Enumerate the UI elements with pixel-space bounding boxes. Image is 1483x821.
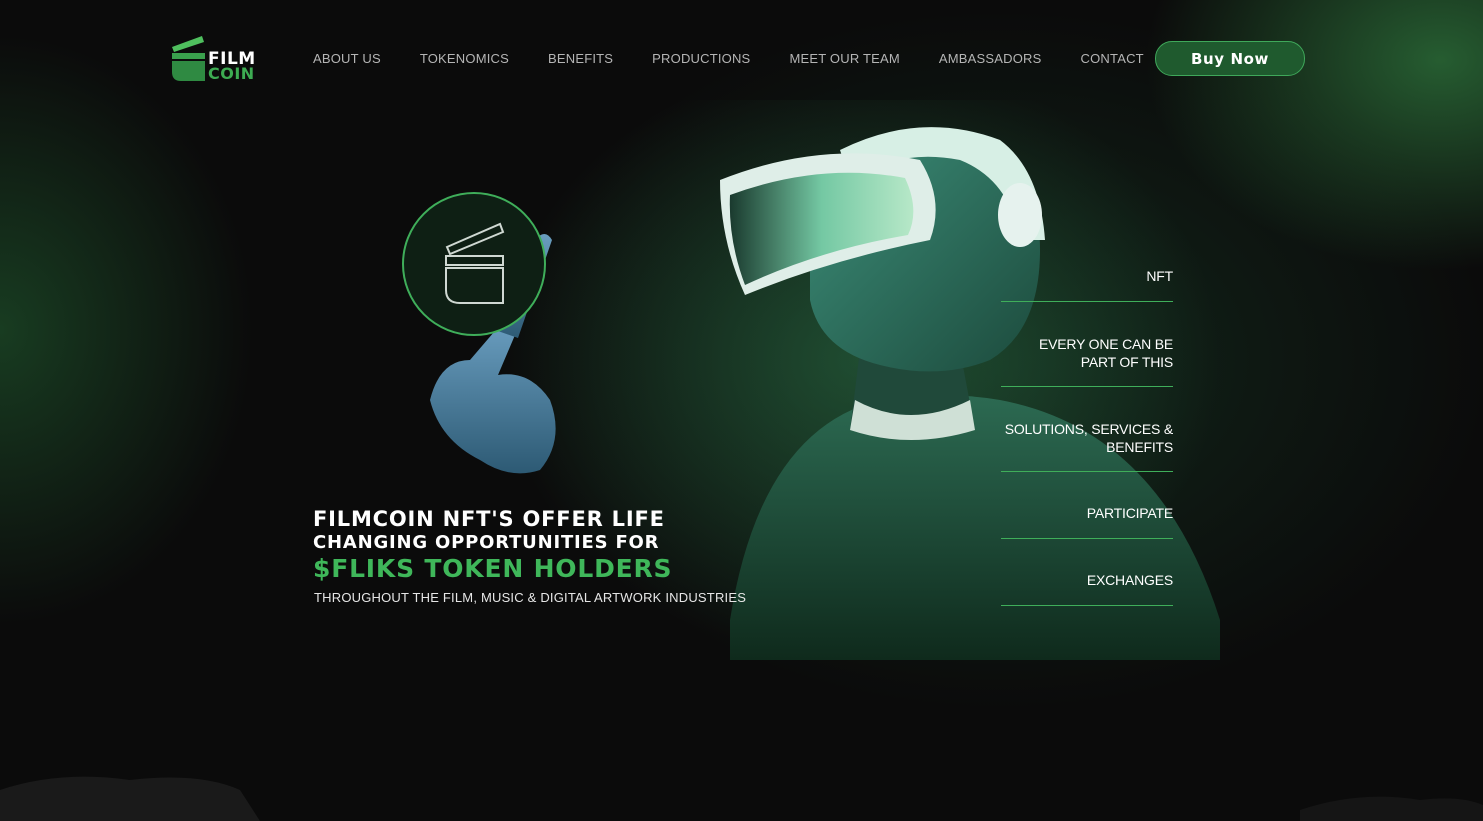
side-menu-item-solutions[interactable]: SOLUTIONS, SERVICES & BENEFITS	[1001, 387, 1173, 472]
nav-meet-our-team[interactable]: MEET OUR TEAM	[789, 51, 899, 66]
side-menu-label: PARTICIPATE	[1086, 505, 1173, 521]
side-menu-item-participate[interactable]: PARTICIPATE	[1001, 472, 1173, 539]
nav-productions[interactable]: PRODUCTIONS	[652, 51, 750, 66]
side-menu-label: NFT	[1146, 268, 1173, 284]
side-menu-label: EVERY ONE CAN BE	[1039, 336, 1173, 352]
side-menu-item-everyone[interactable]: EVERY ONE CAN BE PART OF THIS	[1001, 302, 1173, 387]
nav-about-us[interactable]: ABOUT US	[313, 51, 381, 66]
side-menu-item-exchanges[interactable]: EXCHANGES	[1001, 539, 1173, 606]
headline-line-3: $FLIKS TOKEN HOLDERS	[313, 554, 673, 583]
main-nav: ABOUT US TOKENOMICS BENEFITS PRODUCTIONS…	[313, 51, 1183, 66]
headline-line-2: CHANGING OPPORTUNITIES FOR	[313, 532, 660, 553]
headline-line-1: FILMCOIN NFT'S OFFER LIFE	[313, 507, 665, 531]
nav-ambassadors[interactable]: AMBASSADORS	[939, 51, 1042, 66]
hero-subline: THROUGHOUT THE FILM, MUSIC & DIGITAL ART…	[314, 590, 747, 605]
side-menu-label: SOLUTIONS, SERVICES &	[1004, 421, 1173, 437]
side-menu: NFT EVERY ONE CAN BE PART OF THIS SOLUTI…	[1001, 248, 1173, 606]
nav-benefits[interactable]: BENEFITS	[548, 51, 613, 66]
side-menu-label: PART OF THIS	[1080, 354, 1173, 370]
page: FILM COIN ABOUT US TOKENOMICS BENEFITS P…	[0, 0, 1483, 821]
bottom-silhouette-decoration	[0, 776, 1483, 821]
side-menu-label: EXCHANGES	[1086, 572, 1173, 588]
hero-headline: FILMCOIN NFT'S OFFER LIFE CHANGING OPPOR…	[313, 507, 773, 583]
film-clapper-logo-icon	[172, 36, 205, 81]
logo-text-coin: COIN	[208, 64, 255, 83]
side-menu-label: BENEFITS	[1106, 439, 1173, 455]
nav-tokenomics[interactable]: TOKENOMICS	[420, 51, 509, 66]
filmcoin-logo[interactable]: FILM COIN	[171, 36, 267, 82]
buy-now-button[interactable]: Buy Now	[1155, 41, 1305, 76]
side-menu-item-nft[interactable]: NFT	[1001, 248, 1173, 302]
nav-contact[interactable]: CONTACT	[1081, 51, 1144, 66]
